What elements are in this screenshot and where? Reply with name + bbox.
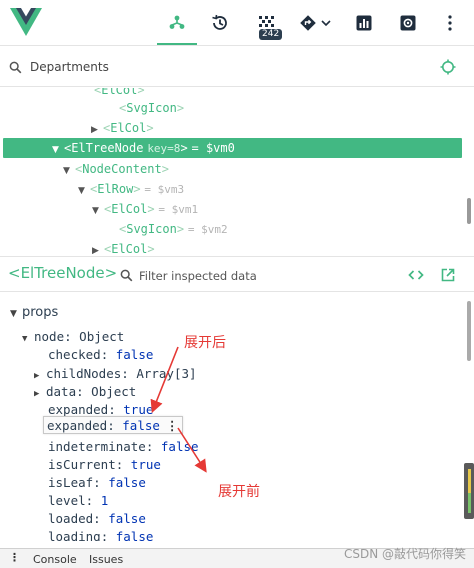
caret-down-icon[interactable]: ▼ xyxy=(63,161,75,181)
tree-node-vm: = $vm2 xyxy=(187,223,228,236)
tree-node-vm: = $vm1 xyxy=(158,203,199,216)
prop-row[interactable]: level: 1 xyxy=(48,492,108,510)
prop-row[interactable]: ▶ childNodes: Array[3] xyxy=(34,365,197,383)
tree-scrollbar[interactable] xyxy=(467,198,471,224)
settings-tab[interactable] xyxy=(388,0,428,45)
filter-inspected-data-input[interactable] xyxy=(139,268,389,284)
prop-row[interactable]: indeterminate: false xyxy=(48,438,199,456)
caret-right-icon[interactable]: ▶ xyxy=(91,120,103,140)
tree-row-selected[interactable]: ▼ <ElTreeNode key=8> = $vm0 xyxy=(3,138,462,158)
caret-down-icon[interactable]: ▼ xyxy=(52,140,64,160)
component-tree: <ElCol> <SvgIcon> ▶ <ElCol> ▼ <ElTreeNode … xyxy=(0,88,474,254)
tree-row[interactable]: ▼ <ElCol> = $vm1 xyxy=(0,199,462,219)
vue-logo xyxy=(10,8,42,36)
tree-node-key: key=8 xyxy=(147,142,181,155)
component-search-input[interactable] xyxy=(30,59,410,75)
select-component-icon[interactable] xyxy=(440,59,456,75)
props-scrollbar[interactable] xyxy=(467,301,471,361)
minimap-bars xyxy=(468,469,471,513)
tree-node-vm: = $vm3 xyxy=(144,183,185,196)
components-icon xyxy=(169,15,185,29)
performance-badge: 242 xyxy=(259,29,283,40)
tree-node-name: ElCol xyxy=(110,121,147,135)
tree-node-name: ElTreeNode xyxy=(71,141,144,155)
prop-row[interactable]: isLeaf: false xyxy=(48,474,146,492)
open-in-editor-icon[interactable] xyxy=(441,268,455,282)
inspected-component-title: <ElTreeNode> xyxy=(8,264,118,282)
caret-down-icon[interactable]: ▼ xyxy=(92,201,104,221)
caret-down-icon[interactable]: ▼ xyxy=(22,330,34,348)
caret-right-icon[interactable]: ▶ xyxy=(92,241,104,254)
search-icon xyxy=(9,61,22,74)
more-actions-icon[interactable]: ⋮ xyxy=(166,417,179,435)
props-section-header[interactable]: ▼ props xyxy=(10,304,58,322)
prop-row[interactable]: loaded: false xyxy=(48,510,146,528)
routes-icon xyxy=(299,14,316,31)
prop-row[interactable]: ▼ node: Object xyxy=(22,328,124,346)
settings-icon xyxy=(400,15,416,30)
devtools-toolbar: 242 xyxy=(0,0,474,46)
prop-row[interactable]: loading: false xyxy=(48,528,153,541)
tree-node-vm: = $vm0 xyxy=(191,141,235,155)
caret-right-icon[interactable]: ▶ xyxy=(34,385,46,403)
drawer-menu-icon[interactable]: ⋮ xyxy=(9,551,20,564)
annotation-after-expand: 展开后 xyxy=(184,335,226,351)
tab-console[interactable]: Console xyxy=(33,553,77,566)
stats-icon xyxy=(356,15,372,30)
tree-node-name: ElCol xyxy=(111,202,148,216)
routes-tab[interactable] xyxy=(290,0,340,45)
tree-row[interactable]: ▶ <ElCol> xyxy=(0,239,462,254)
annotation-before-expand: 展开前 xyxy=(218,484,260,500)
tree-row[interactable]: ▶ <ElCol> xyxy=(0,118,462,138)
caret-down-icon[interactable]: ▼ xyxy=(10,305,22,323)
stats-tab[interactable] xyxy=(344,0,384,45)
tree-node-name: ElCol xyxy=(111,242,148,254)
tree-node-name: NodeContent xyxy=(82,162,162,176)
tree-row[interactable]: ▼ <NodeContent> xyxy=(0,159,462,179)
more-menu-button[interactable] xyxy=(430,0,470,45)
prop-row[interactable]: checked: false xyxy=(48,346,153,364)
code-icon[interactable] xyxy=(408,268,424,282)
timeline-tab[interactable] xyxy=(200,0,240,45)
tree-node-name: ElCol xyxy=(101,88,138,97)
prop-row[interactable]: isCurrent: true xyxy=(48,456,161,474)
chevron-down-icon xyxy=(320,19,331,26)
search-icon xyxy=(120,269,133,282)
tree-node-name: ElRow xyxy=(97,182,134,196)
tab-issues[interactable]: Issues xyxy=(89,553,123,566)
inspector-header: <ElTreeNode> xyxy=(0,256,474,292)
history-icon xyxy=(212,14,227,30)
more-vertical-icon xyxy=(448,14,452,31)
tree-node-name: SvgIcon xyxy=(126,101,177,115)
tree-node-name: SvgIcon xyxy=(126,222,177,236)
component-search-bar xyxy=(0,47,474,87)
tree-row[interactable]: <SvgIcon> xyxy=(0,98,462,118)
prop-row-highlighted[interactable]: expanded: false ⋮ xyxy=(43,416,184,435)
tree-row[interactable]: <SvgIcon> = $vm2 xyxy=(0,219,462,239)
components-tab[interactable] xyxy=(157,0,197,45)
tree-row[interactable]: ▼ <ElRow> = $vm3 xyxy=(0,179,462,199)
props-panel: ▼ props ▼ node: Object checked: false ▶ chi… xyxy=(0,293,474,541)
prop-row[interactable]: ▶ data: Object xyxy=(34,383,136,401)
side-minimap[interactable] xyxy=(464,463,474,519)
csdn-watermark: CSDN @敲代码你得笑 xyxy=(344,547,467,561)
caret-down-icon[interactable]: ▼ xyxy=(78,181,90,201)
